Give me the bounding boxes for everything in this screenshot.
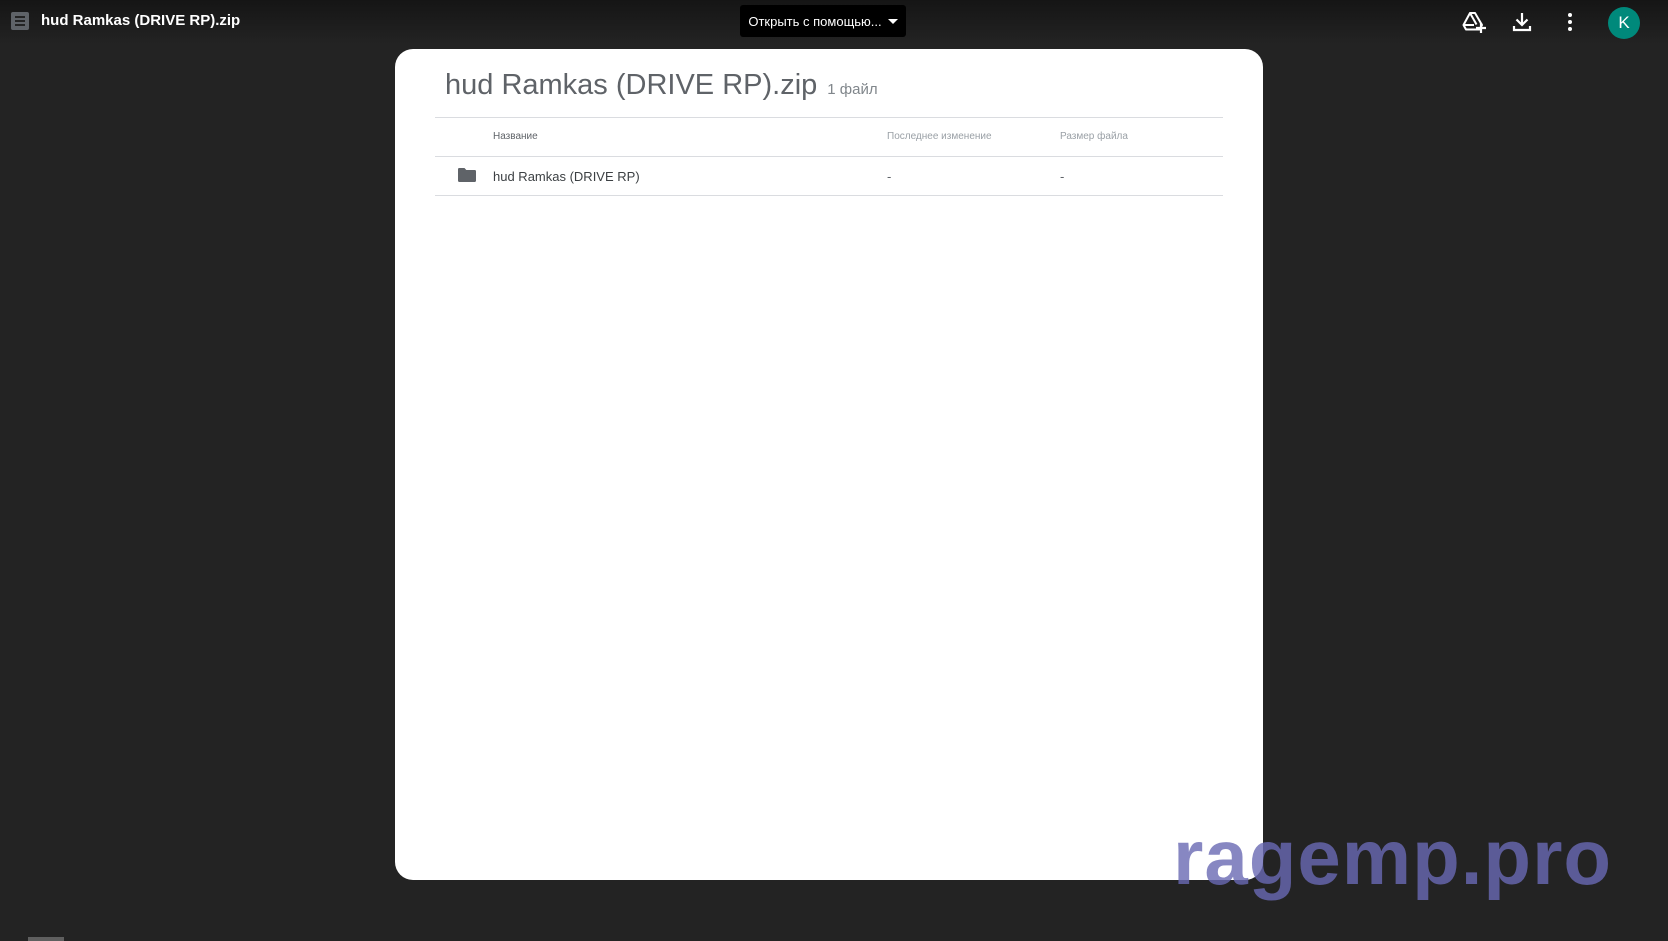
window-title: hud Ramkas (DRIVE RP).zip [41, 12, 241, 29]
file-name: hud Ramkas (DRIVE RP) [493, 169, 640, 184]
archive-header: hud Ramkas (DRIVE RP).zip 1 файл [445, 69, 878, 102]
column-header-modified[interactable]: Последнее изменение [887, 131, 992, 142]
account-avatar[interactable]: K [1608, 7, 1640, 39]
more-options-button[interactable] [1558, 10, 1582, 34]
caret-down-icon [887, 19, 898, 24]
archive-preview-card: hud Ramkas (DRIVE RP).zip 1 файл Названи… [395, 49, 1263, 880]
column-header-name[interactable]: Название [493, 131, 538, 142]
column-header-size[interactable]: Размер файла [1060, 131, 1128, 142]
open-with-label: Открыть с помощью... [748, 13, 882, 29]
folder-icon [458, 168, 476, 182]
more-vert-icon [1568, 13, 1572, 31]
add-to-drive-icon [1462, 12, 1486, 33]
file-modified: - [887, 169, 892, 184]
add-to-drive-button[interactable] [1462, 10, 1486, 34]
table-row[interactable]: hud Ramkas (DRIVE RP) - - [435, 157, 1223, 196]
top-bar: hud Ramkas (DRIVE RP).zip Открыть с помо… [0, 0, 1668, 44]
bottom-scroll-handle[interactable] [28, 937, 64, 941]
download-button[interactable] [1510, 10, 1534, 34]
open-with-button[interactable]: Открыть с помощью... [740, 5, 906, 37]
archive-title: hud Ramkas (DRIVE RP).zip [445, 69, 818, 101]
archive-contents-table: Название Последнее изменение Размер файл… [435, 117, 1223, 196]
watermark: ragemp.pro [1173, 813, 1613, 901]
file-count: 1 файл [827, 81, 878, 98]
table-header: Название Последнее изменение Размер файл… [435, 117, 1223, 157]
download-icon [1512, 13, 1532, 32]
file-size: - [1060, 169, 1065, 184]
archive-file-icon [11, 12, 29, 30]
